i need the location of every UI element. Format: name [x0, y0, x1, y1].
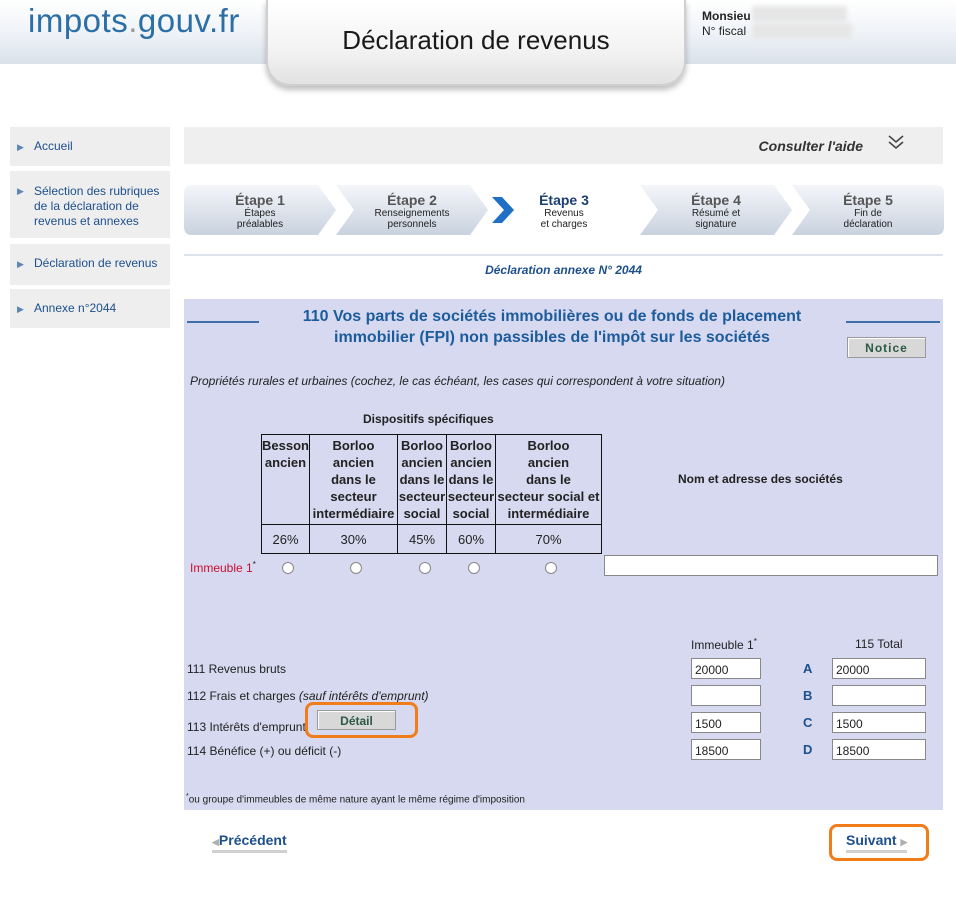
row-label-frais-charges: 112 Frais et charges (sauf intérêts d'em… — [187, 689, 429, 703]
amounts-panel — [184, 617, 943, 810]
double-chevron-down-icon[interactable] — [887, 133, 905, 154]
arrow-right-icon: ▶ — [900, 837, 908, 847]
triangle-right-icon: ▶ — [17, 186, 24, 196]
radio-borloo-social-60[interactable] — [468, 562, 480, 574]
rate-cell: 60% — [446, 524, 496, 554]
immeuble-interets-input[interactable]: 1500 — [691, 712, 761, 733]
nom-adresse-header: Nom et adresse des sociétés — [678, 472, 843, 486]
table-header-cell: Besson ancien — [261, 434, 310, 525]
step-3-active: Étape 3 Revenus et charges — [488, 185, 640, 235]
triangle-right-icon: ▶ — [17, 259, 24, 269]
step-4: Étape 4 Résumé et signature — [640, 185, 792, 235]
footnote: *ou groupe d'immeubles de même nature ay… — [186, 793, 525, 806]
triangle-right-icon: ▶ — [17, 304, 24, 314]
intro-text: Propriétés rurales et urbaines (cochez, … — [190, 374, 725, 388]
letter-a: A — [803, 661, 813, 676]
sidebar-item-selection-rubriques[interactable]: ▶ Sélection des rubriques de la déclarat… — [10, 171, 170, 238]
row-label-revenus-bruts: 111 Revenus bruts — [187, 662, 286, 676]
arrow-left-icon: ◀ — [212, 837, 219, 847]
immeuble-benefice-input[interactable]: 18500 — [691, 739, 761, 760]
radio-borloo-intermediaire[interactable] — [350, 562, 362, 574]
total-interets-input[interactable]: 1500 — [832, 712, 926, 733]
sidebar-item-label: Sélection des rubriques de la déclaratio… — [34, 184, 160, 228]
radio-borloo-social-45[interactable] — [419, 562, 431, 574]
redacted-user-name — [752, 6, 847, 22]
detail-button[interactable]: Détail — [317, 710, 396, 730]
letter-d: D — [803, 742, 813, 757]
rate-cell: 70% — [495, 524, 602, 554]
dispositifs-table: Besson ancien Borloo ancien dans le secteur i… — [261, 434, 602, 554]
immeuble-revenus-input[interactable]: 20000 — [691, 658, 761, 679]
table-header-cell: Borloo ancien dans le secteur social — [397, 434, 447, 525]
radio-borloo-social-intermediaire[interactable] — [545, 562, 557, 574]
next-button[interactable]: Suivant ▶ — [846, 832, 908, 853]
step-5: Étape 5 Fin de déclaration — [792, 185, 944, 235]
user-name-label: Monsieu — [702, 9, 751, 23]
rate-cell: 26% — [261, 524, 310, 554]
help-link[interactable]: Consulter l'aide — [759, 138, 863, 154]
previous-button[interactable]: ◀Précédent — [212, 832, 287, 853]
column-header-total: 115 Total — [855, 637, 903, 651]
triangle-right-icon: ▶ — [17, 142, 24, 152]
annexe-bar: Déclaration annexe N° 2044 — [184, 254, 943, 283]
page-title-box: Déclaration de revenus — [266, 0, 686, 86]
letter-b: B — [803, 688, 813, 703]
redacted-fiscal-number — [752, 23, 852, 39]
rate-cell: 45% — [397, 524, 447, 554]
annexe-title: Déclaration annexe N° 2044 — [485, 263, 642, 277]
total-frais-input[interactable] — [832, 685, 926, 706]
immeuble-frais-input[interactable] — [691, 685, 761, 706]
column-header-immeuble: Immeuble 1* — [691, 637, 757, 652]
dispositifs-title: Dispositifs spécifiques — [363, 412, 494, 426]
table-header-cell: Borloo ancien dans le secteur social et inte… — [495, 434, 602, 525]
table-header-cell: Borloo ancien dans le secteur intermédiaire — [309, 434, 398, 525]
immeuble-1-label: Immeuble 1* — [190, 560, 256, 575]
sidebar-item-annexe-2044[interactable]: ▶ Annexe n°2044 — [10, 289, 170, 328]
page-title: Déclaration de revenus — [342, 25, 610, 55]
row-label-benefice: 114 Bénéfice (+) ou déficit (-) — [187, 744, 342, 758]
title-rule-left — [187, 321, 259, 323]
letter-c: C — [803, 715, 813, 730]
sidebar-item-label: Annexe n°2044 — [34, 301, 117, 315]
fiscal-number-label: N° fiscal — [702, 24, 747, 38]
sidebar-item-label: Déclaration de revenus — [34, 256, 158, 270]
sidebar-item-accueil[interactable]: ▶ Accueil — [10, 127, 170, 166]
rate-cell: 30% — [309, 524, 398, 554]
row-label-interets: 113 Intérêts d'emprunt — [187, 720, 306, 734]
section-title: 110 Vos parts de sociétés immobilières o… — [302, 308, 802, 346]
total-benefice-input[interactable]: 18500 — [832, 739, 926, 760]
help-bar: Consulter l'aide — [184, 127, 943, 164]
sidebar-item-label: Accueil — [34, 139, 73, 153]
total-revenus-input[interactable]: 20000 — [832, 658, 926, 679]
notice-button[interactable]: Notice — [847, 337, 926, 358]
step-2: Étape 2 Renseignements personnels — [336, 185, 488, 235]
sidebar-item-declaration[interactable]: ▶ Déclaration de revenus — [10, 244, 170, 285]
table-header-cell: Borloo ancien dans le secteur social — [446, 434, 496, 525]
title-rule-right — [846, 321, 940, 323]
nom-adresse-input[interactable] — [604, 555, 938, 576]
site-logo[interactable]: impots.gouv.fr — [28, 2, 240, 40]
radio-besson[interactable] — [282, 562, 294, 574]
step-1: Étape 1 Étapes préalables — [184, 185, 336, 235]
